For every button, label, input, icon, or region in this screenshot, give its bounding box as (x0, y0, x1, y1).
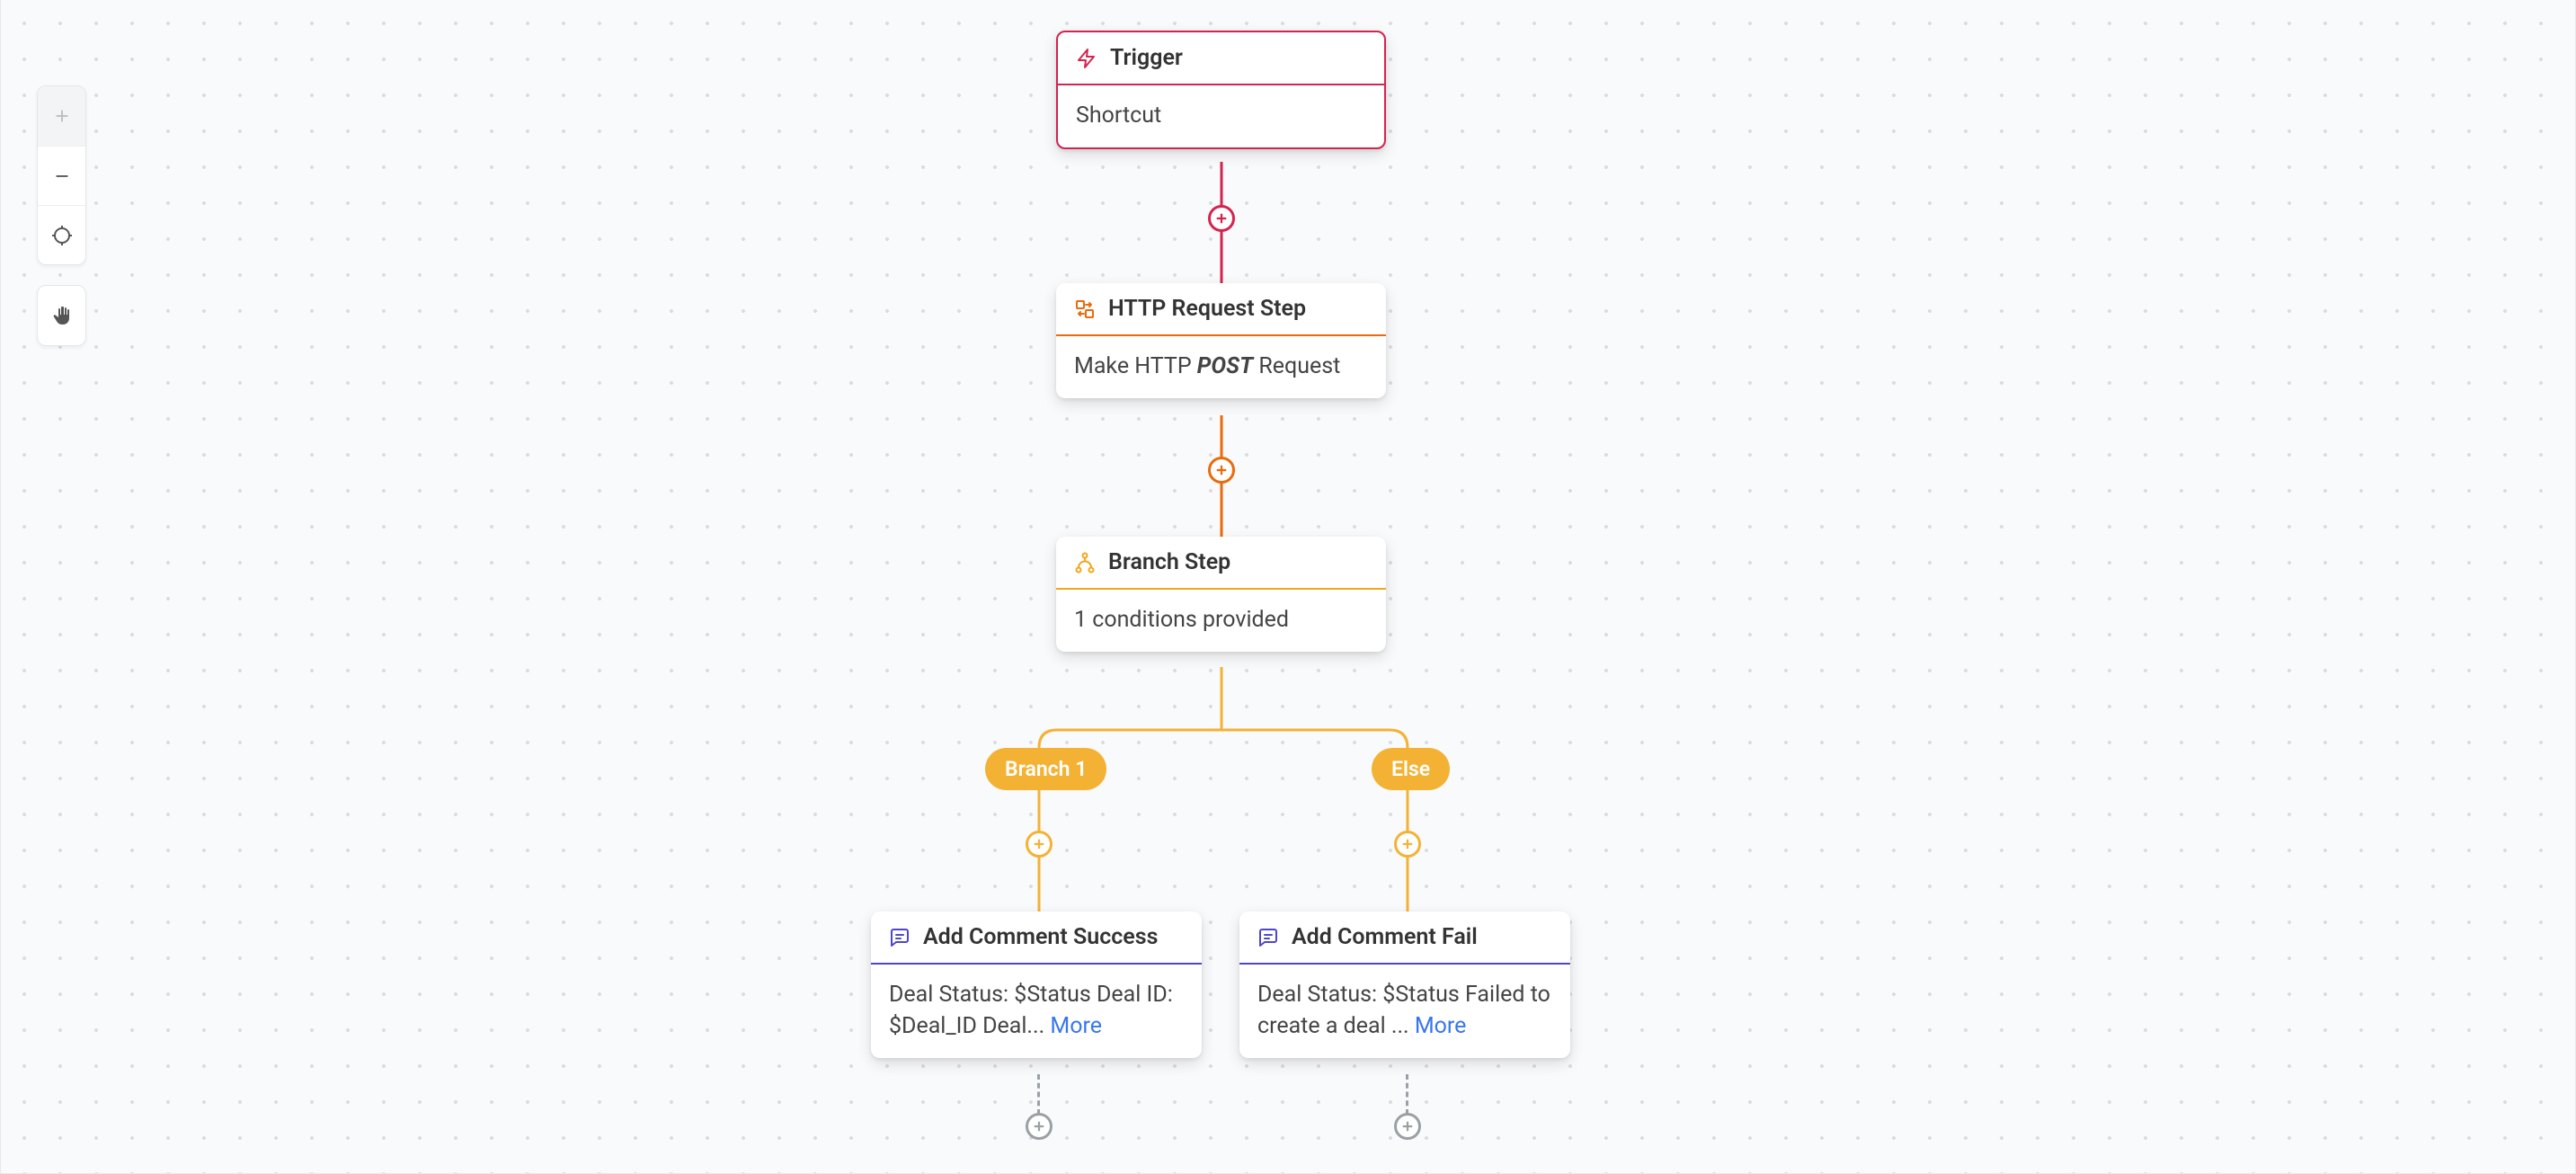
pan-button[interactable] (38, 286, 85, 345)
minus-icon (52, 166, 72, 186)
add-step-button[interactable] (1394, 831, 1421, 858)
comment-fail-body: Deal Status: $Status Failed to create a … (1239, 965, 1570, 1058)
plus-icon (1399, 836, 1416, 852)
add-step-button[interactable] (1394, 1113, 1421, 1140)
hand-icon (51, 305, 73, 326)
http-icon (1074, 298, 1096, 320)
add-comment-fail-node[interactable]: Add Comment Fail Deal Status: $Status Fa… (1239, 912, 1570, 1058)
plus-icon (1031, 1118, 1047, 1134)
comment-success-body: Deal Status: $Status Deal ID: $Deal_ID D… (871, 965, 1202, 1058)
terminal-connector (1037, 1074, 1040, 1115)
zoom-in-button[interactable] (38, 86, 85, 146)
plus-icon (1399, 1118, 1416, 1134)
bolt-icon (1076, 48, 1097, 69)
zoom-out-button[interactable] (38, 146, 85, 205)
comment-success-title: Add Comment Success (923, 924, 1158, 950)
comment-icon (1257, 927, 1279, 948)
more-link[interactable]: More (1050, 1013, 1102, 1039)
branch-node[interactable]: Branch Step 1 conditions provided (1056, 537, 1386, 652)
branch-label-branch1[interactable]: Branch 1 (985, 748, 1106, 790)
add-comment-success-node[interactable]: Add Comment Success Deal Status: $Status… (871, 912, 1202, 1058)
comment-fail-title: Add Comment Fail (1292, 924, 1478, 950)
http-title: HTTP Request Step (1108, 296, 1306, 322)
branch-title: Branch Step (1108, 549, 1230, 575)
recenter-button[interactable] (38, 205, 85, 264)
terminal-connector (1406, 1074, 1408, 1115)
http-request-node[interactable]: HTTP Request Step Make HTTP POST Request (1056, 283, 1386, 398)
comment-icon (889, 927, 910, 948)
plus-icon (1213, 462, 1230, 478)
plus-icon (1213, 210, 1230, 227)
branch-icon (1074, 552, 1096, 574)
add-step-button[interactable] (1208, 457, 1235, 484)
canvas-toolbar (37, 85, 86, 366)
crosshair-icon (51, 225, 73, 246)
plus-icon (1031, 836, 1047, 852)
add-step-button[interactable] (1026, 831, 1053, 858)
add-step-button[interactable] (1026, 1113, 1053, 1140)
http-body: Make HTTP POST Request (1056, 336, 1386, 398)
branch-body: 1 conditions provided (1056, 590, 1386, 652)
trigger-title: Trigger (1110, 45, 1183, 71)
add-step-button[interactable] (1208, 205, 1235, 232)
branch-label-else[interactable]: Else (1372, 748, 1450, 790)
trigger-node[interactable]: Trigger Shortcut (1056, 31, 1386, 149)
more-link[interactable]: More (1415, 1013, 1467, 1039)
plus-icon (52, 106, 72, 126)
trigger-body: Shortcut (1058, 85, 1384, 147)
workflow-canvas[interactable]: Trigger Shortcut HTTP Request Step Make … (0, 0, 2576, 1174)
